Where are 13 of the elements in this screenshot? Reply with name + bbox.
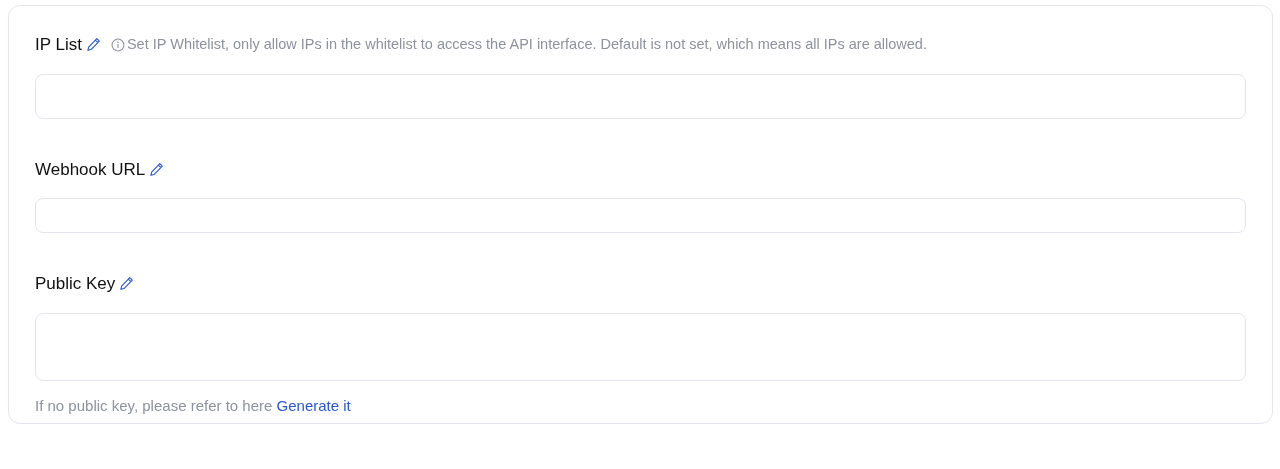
help-text: If no public key, please refer to here Generate it: [35, 395, 352, 416]
input-field[interactable]: [35, 312, 1246, 381]
edit-icon[interactable]: [149, 161, 165, 177]
hint-text: Set IP Whitelist, only allow IPs in the whitelist to access the API interface. Default is not set, which means all IPs are allowed.: [126, 34, 927, 54]
generate-link[interactable]: Generate it: [276, 396, 351, 414]
field-label: IP List: [35, 34, 82, 56]
info-icon: [110, 37, 125, 52]
field-label: Webhook URL: [35, 158, 146, 181]
edit-icon[interactable]: [85, 37, 101, 53]
input-field[interactable]: [35, 198, 1246, 233]
field-label: Public Key: [35, 273, 116, 295]
edit-icon[interactable]: [119, 276, 135, 292]
input-field[interactable]: [35, 73, 1246, 119]
